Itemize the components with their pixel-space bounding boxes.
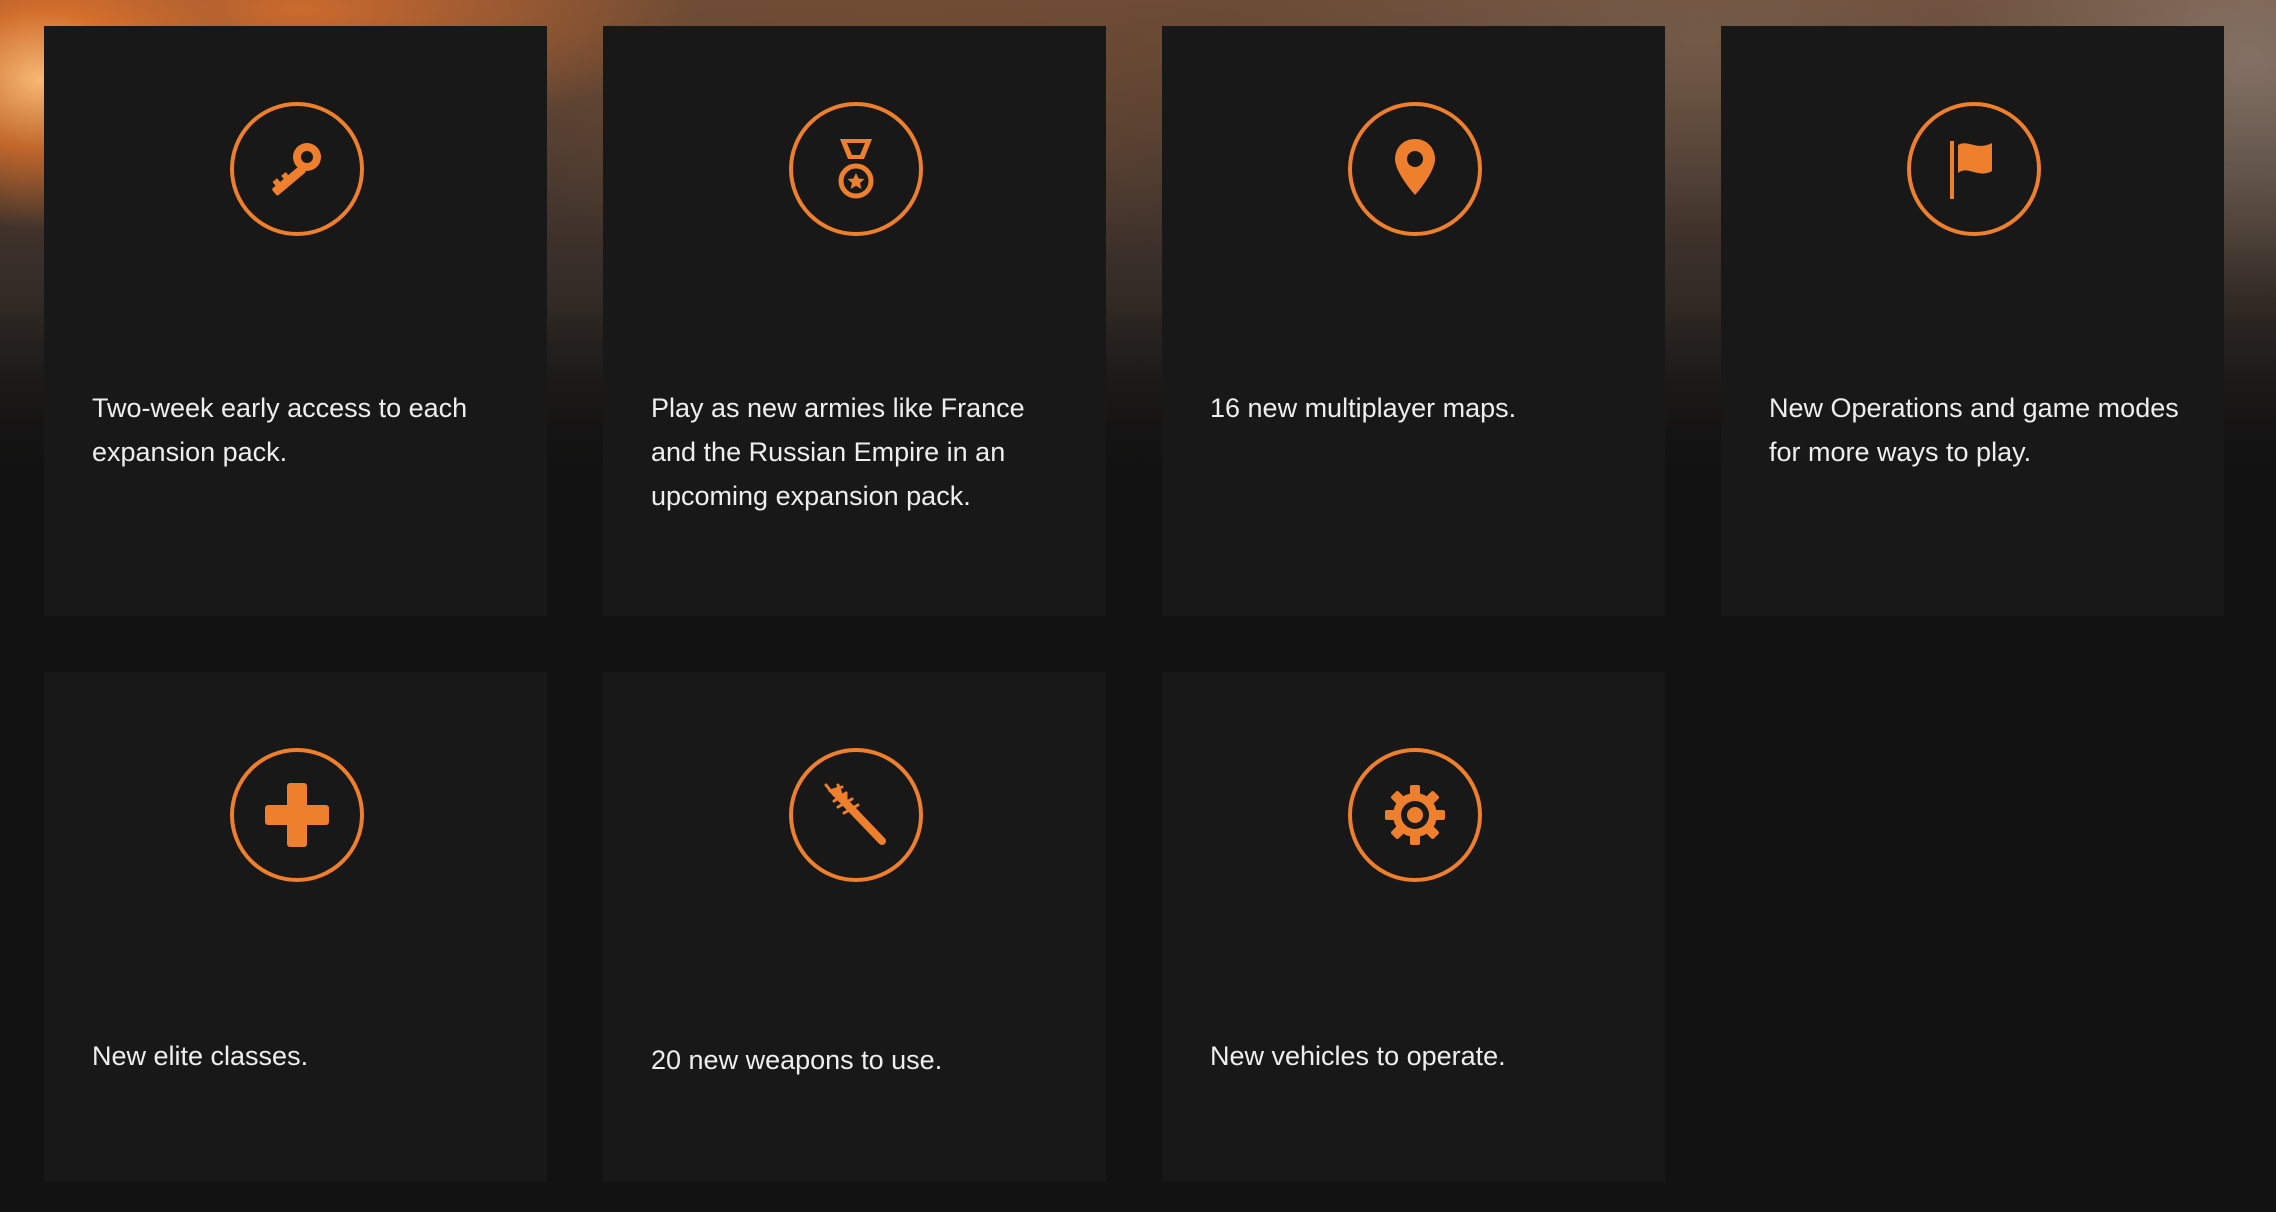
feature-text: Play as new armies like France and the R…	[651, 393, 1025, 511]
feature-text: Two-week early access to each expansion …	[92, 393, 468, 467]
feature-card-vehicles: New vehicles to operate.	[1162, 672, 1665, 1182]
feature-card-new-armies: Play as new armies like France and the R…	[603, 26, 1106, 616]
gear-icon	[1348, 748, 1482, 882]
key-icon	[230, 102, 364, 236]
feature-card-elite-classes: New elite classes.	[44, 672, 547, 1182]
spiked-club-icon	[789, 748, 923, 882]
medal-icon	[789, 102, 923, 236]
map-pin-icon	[1348, 102, 1482, 236]
feature-text: 16 new multiplayer maps.	[1210, 393, 1517, 423]
feature-text: New vehicles to operate.	[1210, 1041, 1506, 1071]
premium-features-page: Two-week early access to each expansion …	[0, 0, 2276, 1212]
feature-card-early-access: Two-week early access to each expansion …	[44, 26, 547, 616]
feature-card-weapons: 20 new weapons to use.	[603, 672, 1106, 1182]
feature-card-maps: 16 new multiplayer maps.	[1162, 26, 1665, 616]
feature-text: New elite classes.	[92, 1041, 309, 1071]
feature-text: 20 new weapons to use.	[651, 1045, 943, 1075]
feature-card-operations: New Operations and game modes for more w…	[1721, 26, 2224, 616]
feature-text: New Operations and game modes for more w…	[1769, 393, 2179, 467]
plus-icon	[230, 748, 364, 882]
feature-grid: Two-week early access to each expansion …	[44, 26, 2224, 1182]
flag-icon	[1907, 102, 2041, 236]
